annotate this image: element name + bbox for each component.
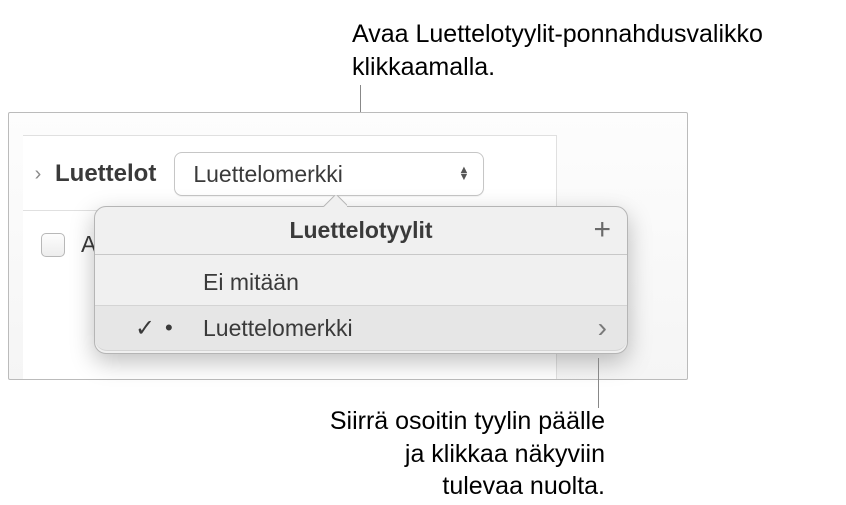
- popup-value: Luettelomerkki: [193, 161, 343, 188]
- disclosure-triangle-icon[interactable]: ›: [31, 163, 45, 186]
- chevron-right-icon[interactable]: ›: [598, 312, 613, 344]
- list-styles-popover: Luettelotyylit + Ei mitään ✓ • Luettelom…: [94, 206, 628, 354]
- style-item-label: Luettelomerkki: [203, 315, 598, 342]
- style-item-bullet[interactable]: ✓ • Luettelomerkki ›: [95, 305, 627, 351]
- popover-caret-icon: [323, 195, 347, 207]
- style-item-label: Ei mitään: [203, 269, 613, 296]
- callout-top-text: Avaa Luettelotyylit-ponnahdusvalikko kli…: [352, 18, 846, 83]
- lists-row: › Luettelot Luettelomerkki ▲ ▼: [23, 136, 556, 211]
- callout-bottom-text: Siirrä osoitin tyylin päälle ja klikkaa …: [325, 405, 605, 503]
- popover-header: Luettelotyylit +: [95, 207, 627, 255]
- lists-label: Luettelot: [55, 160, 156, 188]
- popover-body: Ei mitään ✓ • Luettelomerkki ›: [95, 255, 627, 353]
- list-style-popup-button[interactable]: Luettelomerkki ▲ ▼: [174, 152, 484, 196]
- style-item-none[interactable]: Ei mitään: [95, 259, 627, 305]
- stepper-arrows-icon: ▲ ▼: [458, 167, 469, 181]
- checkmark-icon: ✓: [135, 314, 157, 343]
- popover-title: Luettelotyylit: [289, 217, 432, 244]
- add-style-button[interactable]: +: [593, 215, 611, 245]
- bullet-icon: •: [165, 315, 185, 341]
- callout-line: [598, 358, 599, 408]
- dropcap-checkbox[interactable]: [41, 233, 65, 257]
